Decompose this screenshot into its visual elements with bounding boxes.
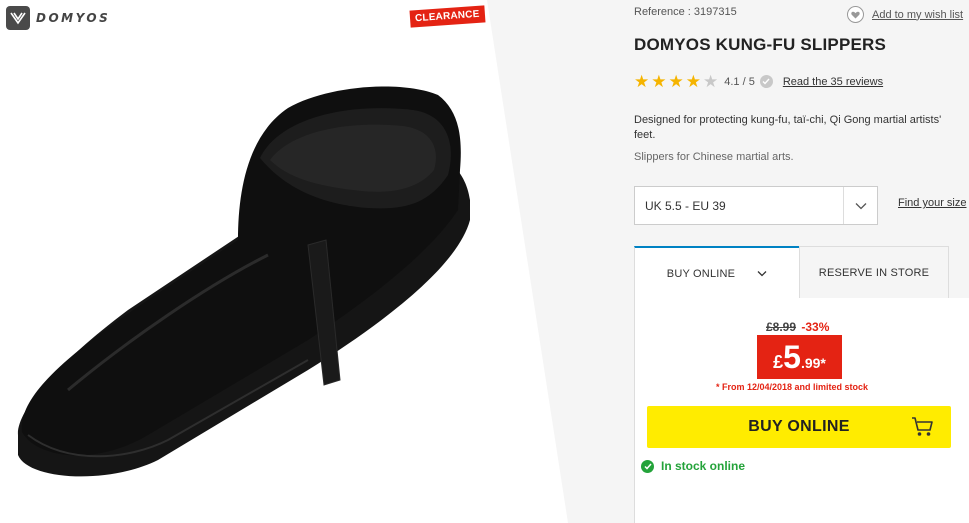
old-price-row: £8.99 -33% bbox=[766, 320, 829, 334]
heart-icon[interactable] bbox=[847, 6, 864, 23]
price-integer: 5 bbox=[783, 339, 801, 375]
brand-mark-icon bbox=[6, 6, 30, 30]
current-price: £ 5 .99* bbox=[757, 335, 842, 379]
product-subdescription: Slippers for Chinese martial arts. bbox=[634, 151, 794, 163]
product-description: Designed for protecting kung-fu, taï-chi… bbox=[634, 114, 942, 141]
star-icon: ★ bbox=[651, 72, 667, 91]
size-selected-value: UK 5.5 - EU 39 bbox=[645, 198, 726, 213]
reviews-link[interactable]: Read the 35 reviews bbox=[783, 76, 883, 88]
brand-logo: DOMYOS bbox=[6, 6, 110, 30]
stock-status: In stock online bbox=[641, 459, 745, 473]
product-slipper-image[interactable] bbox=[8, 40, 488, 480]
rating-row: ★ ★ ★ ★ ★ 4.1 / 5 Read the 35 reviews bbox=[634, 73, 883, 90]
size-select[interactable]: UK 5.5 - EU 39 bbox=[634, 186, 878, 225]
product-title: DOMYOS KUNG-FU SLIPPERS bbox=[634, 35, 887, 54]
buy-online-button[interactable]: BUY ONLINE bbox=[647, 406, 951, 448]
rating-stars: ★ ★ ★ ★ ★ bbox=[634, 73, 718, 90]
star-icon: ★ bbox=[634, 72, 650, 91]
star-icon: ★ bbox=[668, 72, 684, 91]
check-circle-icon bbox=[759, 75, 773, 88]
discount-badge: -33% bbox=[801, 320, 830, 334]
price-decimal: .99* bbox=[800, 355, 826, 371]
brand-name: DOMYOS bbox=[36, 11, 111, 25]
wishlist-link[interactable]: Add to my wish list bbox=[847, 6, 963, 23]
tab-buy-online-label: BUY ONLINE bbox=[666, 267, 736, 280]
product-reference: Reference : 3197315 bbox=[634, 6, 737, 18]
star-empty-icon: ★ bbox=[703, 72, 719, 91]
cart-icon bbox=[912, 417, 933, 436]
chevron-down-icon bbox=[757, 271, 767, 277]
find-your-size-link[interactable]: Find your size bbox=[898, 197, 966, 209]
rating-value: 4.1 / 5 bbox=[724, 75, 755, 88]
star-icon: ★ bbox=[685, 72, 701, 91]
tab-buy-online[interactable]: BUY ONLINE bbox=[634, 246, 799, 299]
buy-online-button-label: BUY ONLINE bbox=[748, 418, 850, 435]
price-currency: £ bbox=[773, 352, 784, 372]
chevron-down-icon[interactable] bbox=[843, 187, 877, 224]
tab-reserve-label: RESERVE IN STORE bbox=[818, 266, 930, 279]
old-price: £8.99 bbox=[766, 320, 797, 334]
wishlist-label[interactable]: Add to my wish list bbox=[872, 9, 963, 21]
price-note: * From 12/04/2018 and limited stock bbox=[716, 382, 869, 392]
tab-reserve-in-store[interactable]: RESERVE IN STORE bbox=[799, 246, 949, 299]
stock-label: In stock online bbox=[661, 459, 746, 473]
check-circle-icon bbox=[641, 459, 654, 473]
